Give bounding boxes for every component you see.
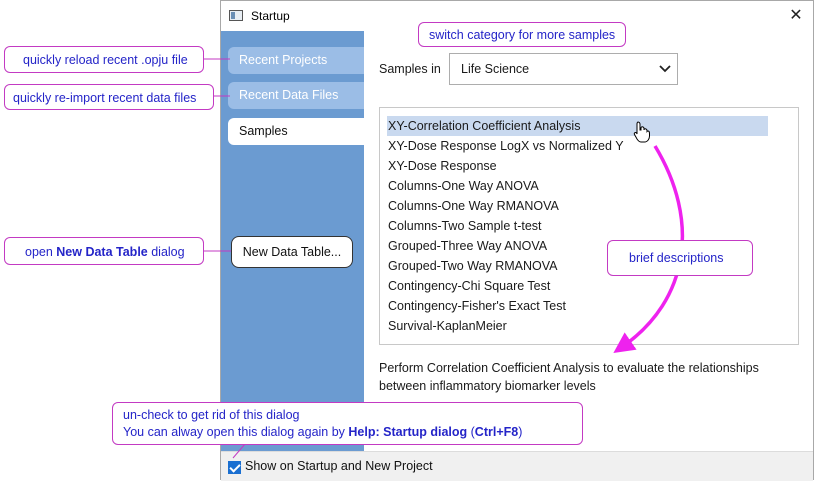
category-selected-value: Life Science [461,62,530,76]
callout-text: dialog [147,245,185,259]
show-on-startup-label[interactable]: Show on Startup and New Project [245,459,433,473]
sample-description: Perform Correlation Coefficient Analysis… [379,359,789,395]
checkbox-checked-icon[interactable] [228,461,241,474]
list-item[interactable]: Contingency-Chi Square Test [387,276,768,296]
sidebar: Recent Projects Recent Data Files Sample… [221,31,364,451]
description-line: Perform Correlation Coefficient Analysis… [379,361,759,375]
callout-text: You can alway open this dialog again by [123,425,349,439]
samples-list[interactable]: XY-Correlation Coefficient Analysis XY-Do… [379,107,799,345]
sidebar-item-recent-data-files[interactable]: Recent Data Files [228,82,364,109]
list-item[interactable]: Contingency-Fisher's Exact Test [387,296,768,316]
list-item[interactable]: XY-Correlation Coefficient Analysis [387,116,768,136]
sidebar-item-samples[interactable]: Samples [228,118,364,145]
description-line: between inflammatory biomarker levels [379,379,596,393]
list-item[interactable]: Columns-Two Sample t-test [387,216,768,236]
callout-text: ) [518,425,523,439]
callout-switch-category: switch category for more samples [418,22,627,47]
window-title: Startup [251,9,290,23]
close-icon[interactable]: ✕ [783,4,809,28]
callout-brief-descriptions: brief descriptions [607,240,753,276]
samples-in-label: Samples in [379,62,441,76]
callout-text-bold: Ctrl+F8 [474,425,519,439]
callout-open-new-table: open New Data Table dialog [4,237,204,265]
category-select[interactable]: Life Science [449,53,678,85]
callout-text: un-check to get rid of this dialog [123,408,300,422]
callout-uncheck: un-check to get rid of this dialog You c… [112,402,583,445]
callout-text: ( [467,425,475,439]
callout-reimport: quickly re-import recent data files [4,84,214,110]
sidebar-item-recent-projects[interactable]: Recent Projects [228,47,364,74]
list-item[interactable]: Columns-One Way ANOVA [387,176,768,196]
list-item[interactable]: XY-Dose Response LogX vs Normalized Y [387,136,768,156]
callout-reload-recent: quickly reload recent .opju file [4,46,204,73]
callout-text-bold: Help: Startup dialog [348,425,468,439]
app-window-icon [229,10,243,21]
chevron-down-icon [659,54,671,95]
list-item[interactable]: Columns-One Way RMANOVA [387,196,768,216]
dialog-footer: Show on Startup and New Project [221,451,813,481]
hand-cursor-icon [633,121,650,143]
callout-text-line2: You can alway open this dialog again by … [123,424,572,441]
list-item[interactable]: Survival-KaplanMeier [387,316,768,336]
callout-text-bold: New Data Table [56,245,148,259]
callout-text: open [25,245,57,259]
list-item[interactable]: XY-Dose Response [387,156,768,176]
new-data-table-button[interactable]: New Data Table... [231,236,353,268]
